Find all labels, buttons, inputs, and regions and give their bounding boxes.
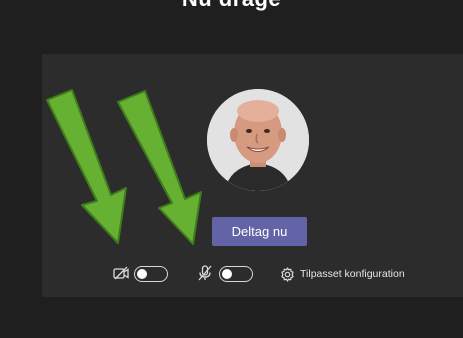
annotation-arrows xyxy=(46,89,202,245)
annotation-arrow-right xyxy=(117,90,202,245)
annotation-arrow-left xyxy=(46,89,127,244)
